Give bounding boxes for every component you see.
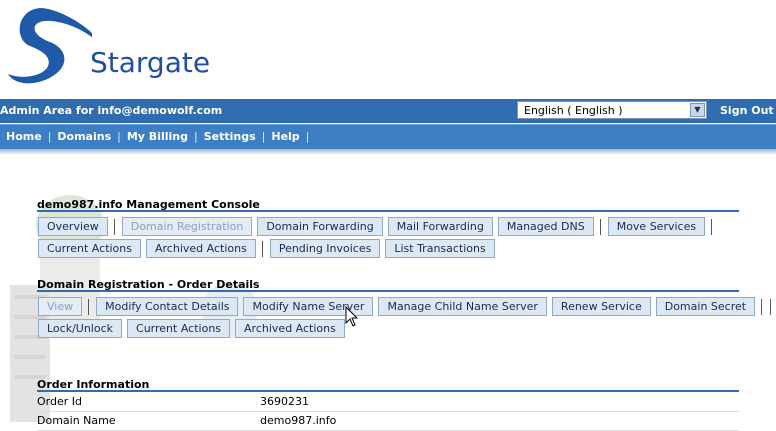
lock-unlock-button[interactable]: Lock/Unlock: [38, 319, 123, 338]
nav-my-billing[interactable]: My Billing: [127, 130, 188, 143]
nav-separator: |: [117, 130, 121, 143]
section-divider: [37, 390, 739, 392]
mouse-cursor-icon: [345, 306, 359, 327]
renew-service-button[interactable]: Renew Service: [551, 297, 651, 316]
mail-forwarding-button[interactable]: Mail Forwarding: [387, 217, 493, 236]
pending-invoices-button[interactable]: Pending Invoices: [269, 239, 381, 258]
button-separator: [770, 298, 772, 315]
nav-separator: |: [261, 130, 266, 143]
current-actions-button[interactable]: Current Actions: [38, 239, 141, 258]
nav-home[interactable]: Home: [6, 130, 42, 143]
console-actions-row-2: Current Actions Archived Actions Pending…: [38, 239, 500, 258]
section-divider: [37, 210, 739, 212]
managed-dns-button[interactable]: Managed DNS: [497, 217, 594, 236]
admin-area-label: Admin Area for info@demowolf.com: [0, 104, 223, 117]
section-divider: [37, 290, 739, 292]
archived-actions-button[interactable]: Archived Actions: [235, 319, 345, 338]
nav-separator: |: [193, 130, 198, 143]
nav-separator: |: [47, 130, 52, 143]
order-actions-row-2: Lock/Unlock Current Actions Archived Act…: [38, 319, 350, 338]
language-select[interactable]: English ( English ) ▼: [517, 101, 707, 119]
nav-help[interactable]: Help: [271, 130, 299, 143]
nav-settings[interactable]: Settings: [204, 130, 256, 143]
order-id-value: 3690231: [260, 395, 309, 408]
button-separator: [599, 218, 601, 235]
admin-bar: Admin Area for info@demowolf.com English…: [0, 99, 776, 123]
console-actions-row-1: Overview Domain Registration Domain Forw…: [38, 217, 719, 236]
move-services-button[interactable]: Move Services: [607, 217, 706, 236]
main-nav: Home | Domains | My Billing | Settings | Help |: [0, 124, 776, 149]
list-transactions-button[interactable]: List Transactions: [385, 239, 495, 258]
button-separator: [113, 218, 115, 235]
nav-shadow: [0, 149, 776, 155]
button-separator: [261, 240, 263, 257]
language-select-value: English ( English ): [524, 104, 623, 117]
stargate-logo: Stargate: [0, 0, 260, 98]
manage-child-name-server-button[interactable]: Manage Child Name Server: [378, 297, 547, 316]
current-actions-button[interactable]: Current Actions: [127, 319, 231, 338]
domain-registration-button[interactable]: Domain Registration: [121, 217, 253, 236]
nav-separator: |: [305, 130, 310, 143]
archived-actions-button[interactable]: Archived Actions: [146, 239, 256, 258]
modify-contact-details-button[interactable]: Modify Contact Details: [96, 297, 239, 316]
sign-out-link[interactable]: Sign Out: [720, 104, 774, 117]
overview-button[interactable]: Overview: [38, 217, 108, 236]
button-separator: [761, 298, 763, 315]
order-id-label: Order Id: [37, 395, 82, 408]
button-separator: [711, 218, 713, 235]
chevron-down-icon[interactable]: ▼: [690, 103, 705, 117]
brand-name: Stargate: [90, 46, 211, 79]
stargate-swoosh-icon: [8, 8, 100, 84]
domain-name-value: demo987.info: [260, 414, 337, 427]
order-id-row: Order Id 3690231: [37, 393, 739, 412]
domain-forwarding-button[interactable]: Domain Forwarding: [257, 217, 383, 236]
view-button[interactable]: View: [38, 297, 83, 316]
order-actions-row-1: View Modify Contact Details Modify Name …: [38, 297, 776, 316]
domain-secret-button[interactable]: Domain Secret: [655, 297, 756, 316]
nav-domains[interactable]: Domains: [57, 130, 111, 143]
domain-name-label: Domain Name: [37, 414, 116, 427]
button-separator: [88, 298, 90, 315]
